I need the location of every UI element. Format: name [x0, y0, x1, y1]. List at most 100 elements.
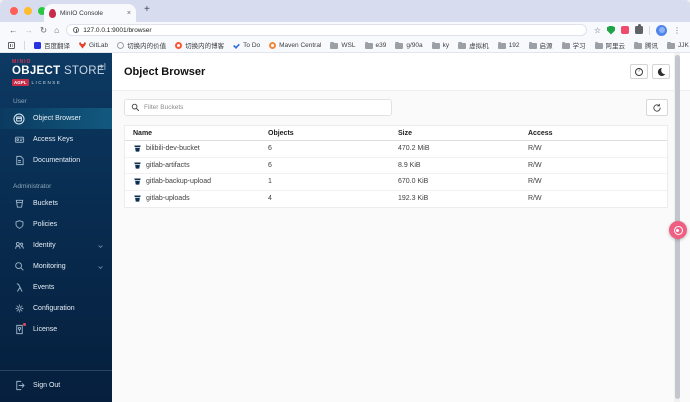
license-label: LICENSE: [31, 80, 62, 86]
brand-license-row: AGPL LICENSE: [12, 79, 112, 87]
bookmark-item[interactable]: Maven Central: [269, 41, 321, 49]
adblock-extension-icon[interactable]: [607, 25, 615, 35]
folder-icon: [330, 41, 339, 49]
bookmark-folder[interactable]: 虚拟机: [458, 40, 489, 50]
sidebar-item-configuration[interactable]: Configuration: [0, 298, 112, 319]
translate-extension-float-button[interactable]: [669, 221, 687, 239]
documentation-icon: [13, 155, 25, 167]
window-close-button[interactable]: [10, 7, 18, 15]
folder-icon: [364, 41, 373, 49]
sidebar-item-license[interactable]: License: [0, 319, 112, 340]
help-button[interactable]: ?: [630, 64, 648, 79]
maven-icon: [269, 41, 277, 49]
theme-toggle-button[interactable]: [652, 64, 670, 79]
tab-close-icon[interactable]: ×: [127, 10, 131, 17]
section-label-administrator: Administrator: [13, 183, 52, 191]
column-header-objects: Objects: [268, 129, 294, 137]
bookmark-folder[interactable]: 腾讯: [634, 40, 658, 50]
column-header-access: Access: [528, 129, 553, 137]
filter-buckets-input[interactable]: [144, 104, 385, 111]
browser-tab[interactable]: MinIO Console ×: [44, 4, 136, 22]
moon-icon: [657, 67, 666, 76]
todo-check-icon: [233, 41, 241, 49]
chevron-down-icon[interactable]: [97, 237, 104, 255]
folder-icon: [528, 41, 537, 49]
sidebar-item-events[interactable]: Events: [0, 277, 112, 298]
filter-row: [124, 99, 668, 116]
sidebar-item-label: Events: [33, 284, 55, 292]
table-row[interactable]: gitlab-backup-upload 1 670.0 KiB R/W: [125, 174, 667, 191]
folder-icon: [667, 41, 676, 49]
chevron-down-icon[interactable]: [97, 258, 104, 276]
sidebar-collapse-icon[interactable]: [97, 58, 106, 76]
new-tab-button[interactable]: +: [144, 4, 150, 15]
sidebar-item-access-keys[interactable]: Access Keys: [0, 129, 112, 150]
browser-menu-icon[interactable]: ⋮: [673, 26, 681, 35]
sidebar-item-identity[interactable]: Identity: [0, 235, 112, 256]
bookmark-folder[interactable]: e39: [364, 41, 386, 49]
back-icon[interactable]: ←: [9, 26, 18, 35]
pink-extension-icon[interactable]: [621, 26, 629, 34]
bookmark-star-icon[interactable]: ☆: [594, 26, 601, 35]
events-lambda-icon: [13, 282, 25, 294]
bucket-objects: 6: [268, 145, 272, 153]
refresh-button[interactable]: [646, 99, 668, 116]
reload-icon[interactable]: ↻: [40, 26, 47, 35]
forward-icon[interactable]: →: [25, 26, 34, 35]
page-header: Object Browser ?: [112, 53, 690, 91]
bucket-size: 470.2 MiB: [398, 145, 430, 153]
minio-favicon-icon: [49, 8, 56, 18]
bookmark-folder[interactable]: JJK: [667, 41, 689, 49]
url-bar[interactable]: 127.0.0.1:9001/browser: [66, 24, 587, 36]
bookmark-item[interactable]: To Do: [233, 42, 260, 49]
column-header-size: Size: [398, 129, 413, 137]
home-icon[interactable]: ⌂: [54, 26, 59, 35]
folder-icon: [561, 41, 570, 49]
bucket-icon: [133, 177, 142, 186]
sidebar-item-label: Configuration: [33, 305, 75, 313]
window-minimize-button[interactable]: [24, 7, 32, 15]
folder-icon: [634, 41, 643, 49]
bookmark-item[interactable]: 切换内的价值: [117, 40, 166, 50]
sidebar-item-monitoring[interactable]: Monitoring: [0, 256, 112, 277]
bookmark-item[interactable]: GitLab: [79, 41, 108, 49]
filter-buckets-field[interactable]: [124, 99, 392, 116]
table-row[interactable]: bilibili-dev-bucket 6 470.2 MiB R/W: [125, 141, 667, 158]
bookmark-folder[interactable]: 阿里云: [594, 40, 625, 50]
bucket-access: R/W: [528, 178, 542, 186]
bookmarks-divider: [24, 40, 25, 50]
table-row[interactable]: gitlab-uploads 4 192.3 KiB R/W: [125, 191, 667, 208]
bookmark-item[interactable]: 切换内的博客: [175, 40, 224, 50]
side-panel-icon[interactable]: [8, 41, 15, 49]
extensions-puzzle-icon[interactable]: [635, 24, 643, 34]
license-notification-dot: [22, 322, 26, 327]
bookmark-folder[interactable]: 启源: [528, 40, 553, 50]
site-info-icon[interactable]: [73, 27, 80, 33]
bucket-name: gitlab-uploads: [146, 195, 190, 203]
sidebar-item-policies[interactable]: Policies: [0, 214, 112, 235]
table-row[interactable]: gitlab-artifacts 6 8.9 KiB R/W: [125, 158, 667, 174]
bookmark-folder[interactable]: g/90a: [395, 41, 423, 49]
bucket-name: gitlab-backup-upload: [146, 178, 211, 186]
minio-console-app: MINIO OBJECT STORE AGPL LICENSE User Obj…: [0, 53, 690, 402]
bucket-icon: [133, 194, 142, 203]
sign-out-icon: [13, 380, 25, 392]
sidebar-item-object-browser[interactable]: Object Browser: [0, 108, 112, 130]
sign-out-button[interactable]: Sign Out: [0, 375, 112, 396]
profile-avatar[interactable]: [656, 24, 667, 36]
bookmarks-bar: 百度翻译 GitLab 切换内的价值 切换内的博客 To Do Maven Ce…: [0, 38, 690, 53]
bookmark-folder[interactable]: 学习: [561, 40, 586, 50]
bookmark-folder[interactable]: WSL: [330, 41, 356, 49]
bookmark-item[interactable]: 百度翻译: [34, 40, 70, 50]
sign-out-label: Sign Out: [33, 382, 61, 389]
toolbar-divider: [649, 25, 650, 35]
bookmark-folder[interactable]: 192: [497, 41, 520, 49]
sidebar-item-buckets[interactable]: Buckets: [0, 193, 112, 214]
translate-icon: [673, 225, 683, 235]
bucket-size: 8.9 KiB: [398, 161, 421, 169]
access-keys-icon: [13, 134, 25, 146]
sidebar-item-documentation[interactable]: Documentation: [0, 150, 112, 171]
table-header-row: Name Objects Size Access: [125, 126, 667, 141]
bucket-objects: 1: [268, 178, 272, 186]
bookmark-folder[interactable]: ky: [431, 41, 449, 49]
